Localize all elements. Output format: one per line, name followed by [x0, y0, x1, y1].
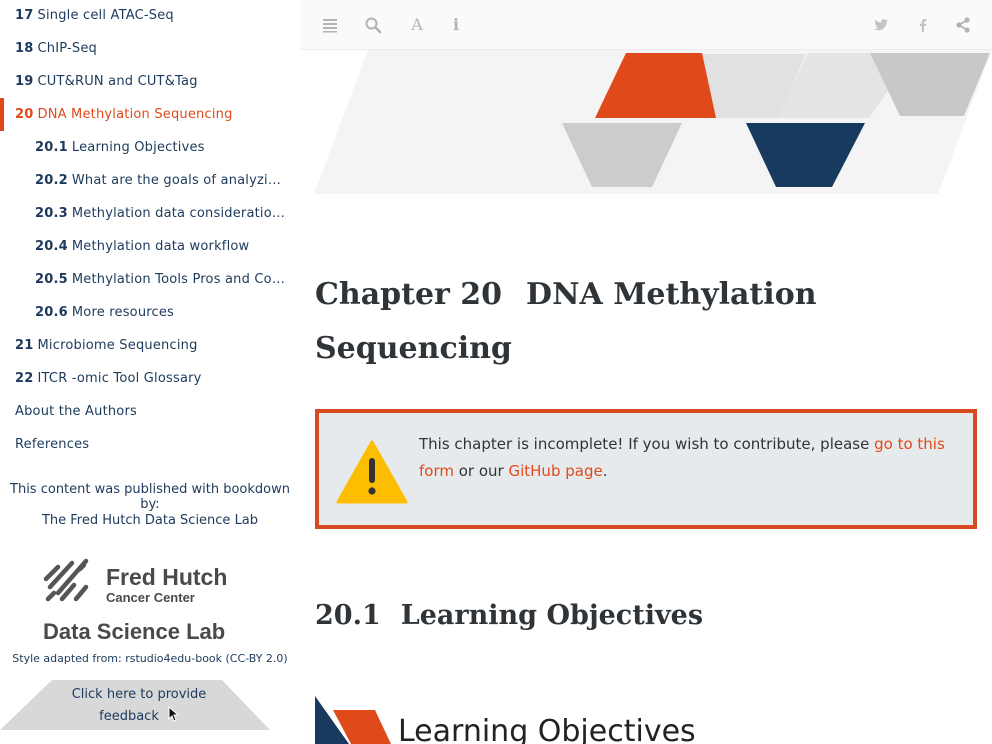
- toc-label: Microbiome Sequencing: [37, 338, 198, 353]
- active-indicator: [0, 98, 4, 131]
- toc-label: References: [15, 437, 90, 452]
- callout-text-middle: or our: [453, 462, 509, 480]
- chapter-prefix: Chapter 20: [315, 277, 503, 312]
- toc-label: Single cell ATAC-Seq: [37, 8, 174, 23]
- chapter-title: Chapter 20 DNA Methylation Sequencing: [315, 268, 935, 376]
- callout-text: This chapter is incomplete! If you wish …: [419, 431, 964, 485]
- learning-objectives-heading: Learning Objectives: [398, 714, 696, 744]
- share-icon[interactable]: [953, 15, 973, 35]
- toc-number: 19: [15, 74, 34, 89]
- sidebar-item-chapter-20[interactable]: 20 DNA Methylation Sequencing: [15, 99, 290, 132]
- logo-line1: Fred Hutch: [106, 564, 227, 590]
- info-icon[interactable]: i: [446, 15, 466, 35]
- toc-label: Methylation data considerations: [71, 206, 285, 221]
- feedback-button-label[interactable]: Click here to provide feedback: [55, 684, 223, 728]
- fred-hutch-logo[interactable]: Fred Hutch Cancer Center Data Science La…: [40, 553, 250, 648]
- sidebar-item-section-20-3[interactable]: 20.3 Methylation data considerations: [35, 198, 285, 231]
- toc-number: 20.5: [35, 272, 68, 287]
- toc-number: 20.6: [35, 305, 68, 320]
- toc-label: Methylation data workflow: [71, 239, 250, 254]
- toc-label: ChIP-Seq: [37, 41, 97, 56]
- toc-number: 17: [15, 8, 34, 23]
- section-title-text: Learning Objectives: [400, 600, 704, 631]
- sidebar-item-chapter-22[interactable]: 22 ITCR -omic Tool Glossary: [15, 363, 290, 396]
- mouse-cursor-icon: [168, 706, 180, 722]
- toc-label: What are the goals of analyzing DNA meth…: [71, 173, 285, 188]
- style-adapted-text: Style adapted from: rstudio4edu-book (CC…: [12, 652, 288, 665]
- sidebar-item-chapter-19[interactable]: 19 CUT&RUN and CUT&Tag: [15, 66, 290, 99]
- sidebar-item-section-20-5[interactable]: 20.5 Methylation Tools Pros and Cons: [35, 264, 285, 297]
- toc-label: DNA Methylation Sequencing: [37, 107, 233, 122]
- toc-number: 22: [15, 371, 34, 386]
- published-by-text: This content was published with bookdown…: [10, 482, 290, 512]
- sidebar-item-section-20-2[interactable]: 20.2What are the goals of analyzing DNA …: [35, 165, 285, 198]
- section-title: 20.1 Learning Objectives: [315, 594, 703, 638]
- toc-label: More resources: [71, 305, 175, 320]
- toc-number: 20: [15, 107, 34, 122]
- toc-label: Methylation Tools Pros and Cons: [71, 272, 285, 287]
- learning-objectives-icon: [315, 696, 391, 744]
- github-page-link[interactable]: GitHub page: [508, 462, 602, 480]
- twitter-icon[interactable]: [871, 15, 891, 35]
- font-icon[interactable]: A: [407, 15, 427, 35]
- toc-number: 20.2: [35, 173, 68, 188]
- chapter-banner-graphic: [314, 50, 992, 194]
- sidebar-item-section-20-1[interactable]: 20.1 Learning Objectives: [35, 132, 285, 165]
- sidebar-toc: 17 Single cell ATAC-Seq 18 ChIP-Seq 19 CUT&…: [0, 0, 300, 744]
- sidebar-item-section-20-6[interactable]: 20.6 More resources: [35, 297, 285, 330]
- toc-label: ITCR -omic Tool Glossary: [37, 371, 202, 386]
- callout-text-before: This chapter is incomplete! If you wish …: [419, 435, 875, 453]
- section-number: 20.1: [315, 600, 381, 631]
- logo-line2: Cancer Center: [106, 590, 195, 605]
- sidebar-item-about-authors[interactable]: About the Authors: [15, 396, 290, 429]
- toc-label: About the Authors: [15, 404, 137, 419]
- lab-link[interactable]: The Fred Hutch Data Science Lab: [0, 513, 300, 528]
- feedback-line1: Click here to provide: [71, 687, 207, 702]
- sidebar-item-section-20-4[interactable]: 20.4 Methylation data workflow: [35, 231, 285, 264]
- incomplete-chapter-callout: This chapter is incomplete! If you wish …: [315, 409, 977, 529]
- book-toolbar: A i: [300, 0, 992, 50]
- toc-number: 20.1: [35, 140, 68, 155]
- warning-icon: [336, 440, 408, 504]
- toc-number: 20.4: [35, 239, 68, 254]
- toc-label: Learning Objectives: [71, 140, 205, 155]
- sidebar-item-chapter-17[interactable]: 17 Single cell ATAC-Seq: [15, 0, 290, 33]
- sidebar-item-references[interactable]: References: [15, 429, 290, 462]
- feedback-line2: feedback: [99, 709, 159, 724]
- menu-icon[interactable]: [320, 15, 340, 35]
- toc-number: 20.3: [35, 206, 68, 221]
- toc-number: 18: [15, 41, 34, 56]
- sidebar-item-chapter-18[interactable]: 18 ChIP-Seq: [15, 33, 290, 66]
- facebook-icon[interactable]: [913, 15, 933, 35]
- sidebar-item-chapter-21[interactable]: 21 Microbiome Sequencing: [15, 330, 290, 363]
- callout-text-after: .: [602, 462, 608, 480]
- toc-number: 21: [15, 338, 34, 353]
- logo-line3: Data Science Lab: [43, 619, 225, 644]
- search-icon[interactable]: [363, 15, 383, 35]
- toc-label: CUT&RUN and CUT&Tag: [37, 74, 198, 89]
